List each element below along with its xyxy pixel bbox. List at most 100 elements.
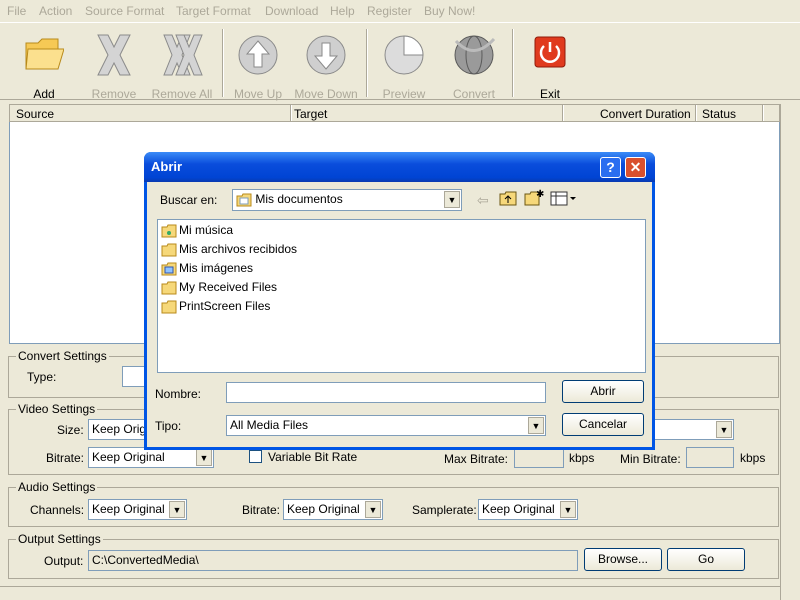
samplerate-value: Keep Original [482, 502, 555, 516]
audio-bitrate-label: Bitrate: [242, 503, 281, 517]
menu-download[interactable]: Download [265, 4, 318, 18]
convert-label: Convert [452, 87, 496, 101]
file-type-select[interactable]: All Media Files ▼ [226, 415, 546, 436]
cancel-button[interactable]: Cancelar [562, 413, 644, 436]
list-item[interactable]: Mi música [161, 223, 233, 241]
column-status[interactable]: Status [702, 107, 736, 121]
max-bitrate-label: Max Bitrate: [444, 452, 509, 466]
add-button[interactable]: Add [12, 27, 76, 101]
file-name: My Received Files [179, 280, 278, 294]
list-item[interactable]: Mis imágenes [161, 261, 253, 279]
min-bitrate-label: Min Bitrate: [620, 452, 681, 466]
back-icon[interactable]: ⇦ [477, 192, 489, 209]
open-button[interactable]: Abrir [562, 380, 644, 403]
dialog-titlebar[interactable]: Abrir ? ✕ [144, 152, 655, 182]
remove-button[interactable]: Remove [82, 27, 146, 101]
move-up-button[interactable]: Move Up [226, 27, 290, 101]
up-folder-icon[interactable] [499, 190, 517, 209]
file-name: Mi música [179, 223, 234, 237]
column-source[interactable]: Source [16, 107, 54, 121]
menu-register[interactable]: Register [367, 4, 412, 18]
output-label: Output: [44, 554, 84, 568]
help-button[interactable]: ? [600, 157, 621, 178]
video-extra-select[interactable]: ▼ [654, 419, 734, 440]
channels-select[interactable]: Keep Original ▼ [88, 499, 187, 520]
chevron-down-icon: ▼ [444, 191, 460, 208]
chevron-down-icon: ▼ [560, 501, 576, 518]
samplerate-label: Samplerate: [412, 503, 477, 517]
menu-target-format[interactable]: Target Format [176, 4, 251, 18]
video-bitrate-label: Bitrate: [46, 451, 85, 465]
vbr-checkbox[interactable] [249, 450, 262, 463]
name-input[interactable] [226, 382, 546, 403]
video-bitrate-select[interactable]: Keep Original ▼ [88, 447, 214, 468]
menu-buy-now[interactable]: Buy Now! [424, 4, 475, 18]
menu-source-format[interactable]: Source Format [85, 4, 164, 18]
move-down-button[interactable]: Move Down [294, 27, 358, 101]
channels-label: Channels: [30, 503, 85, 517]
convert-button[interactable]: Convert [442, 27, 506, 101]
browse-button[interactable]: Browse... [584, 548, 662, 571]
horizontal-scrollbar[interactable] [0, 586, 780, 600]
output-path-field[interactable]: C:\ConvertedMedia\ [88, 550, 578, 571]
power-icon [534, 36, 566, 68]
preview-button[interactable]: Preview [372, 27, 436, 101]
list-item[interactable]: Mis archivos recibidos [161, 242, 297, 260]
close-button[interactable]: ✕ [625, 157, 646, 178]
new-folder-icon[interactable]: ✱ [524, 189, 544, 209]
samplerate-select[interactable]: Keep Original ▼ [478, 499, 578, 520]
toolbar-separator [366, 29, 368, 97]
column-target[interactable]: Target [294, 107, 327, 121]
look-in-value: Mis documentos [255, 192, 343, 206]
toolbar-separator [512, 29, 514, 97]
size-label: Size: [57, 423, 84, 437]
toolbar: Add Remove Remove All Move Up Move Down … [0, 22, 800, 101]
column-divider [695, 105, 697, 121]
min-bitrate-input[interactable] [686, 447, 734, 468]
menu-help[interactable]: Help [330, 4, 355, 18]
preview-icon [384, 35, 424, 75]
column-convert-duration[interactable]: Convert Duration [600, 107, 691, 121]
list-item[interactable]: PrintScreen Files [161, 299, 270, 317]
max-bitrate-unit: kbps [569, 451, 595, 465]
chevron-down-icon: ▼ [528, 417, 544, 434]
menu-file[interactable]: File [7, 4, 26, 18]
size-select[interactable]: Keep Original [88, 419, 148, 440]
exit-button[interactable]: Exit [518, 27, 582, 101]
add-label: Add [33, 87, 55, 101]
file-list-header: Source Target Convert Duration Status [9, 104, 780, 122]
convert-settings-label: Convert Settings [16, 349, 109, 363]
arrow-up-icon [238, 35, 278, 75]
max-bitrate-input[interactable] [514, 447, 564, 468]
look-in-select[interactable]: Mis documentos ▼ [232, 189, 462, 211]
audio-settings-label: Audio Settings [16, 480, 98, 494]
toolbar-separator [222, 29, 224, 97]
vertical-scrollbar[interactable] [780, 104, 800, 600]
music-folder-icon [161, 224, 177, 238]
exit-label: Exit [539, 87, 560, 101]
pictures-folder-icon [161, 262, 177, 276]
go-button[interactable]: Go [667, 548, 745, 571]
chevron-down-icon: ▼ [169, 501, 185, 518]
file-type-value: All Media Files [230, 418, 309, 432]
column-divider [290, 105, 292, 121]
folder-icon [25, 38, 64, 70]
chevron-down-icon: ▼ [196, 449, 212, 466]
menu-action[interactable]: Action [39, 4, 72, 18]
dialog-file-list[interactable]: Mi música Mis archivos recibidos Mis imá… [157, 219, 646, 373]
remove-all-button[interactable]: Remove All [150, 27, 214, 101]
file-name: Mis archivos recibidos [179, 242, 298, 256]
move-up-label: Move Up [233, 87, 283, 101]
output-settings-label: Output Settings [16, 532, 103, 546]
audio-bitrate-select[interactable]: Keep Original ▼ [283, 499, 383, 520]
size-value: Keep Original [92, 422, 147, 436]
view-menu-icon[interactable] [550, 190, 578, 209]
type-label: Type: [27, 370, 57, 384]
list-item[interactable]: My Received Files [161, 280, 277, 298]
remove-all-icon [163, 34, 203, 76]
documents-folder-icon [236, 193, 252, 207]
menu-bar: File Action Source Format Target Format … [0, 0, 800, 22]
remove-icon [97, 34, 131, 76]
chevron-down-icon: ▼ [716, 421, 732, 438]
type-label: Tipo: [155, 419, 182, 433]
